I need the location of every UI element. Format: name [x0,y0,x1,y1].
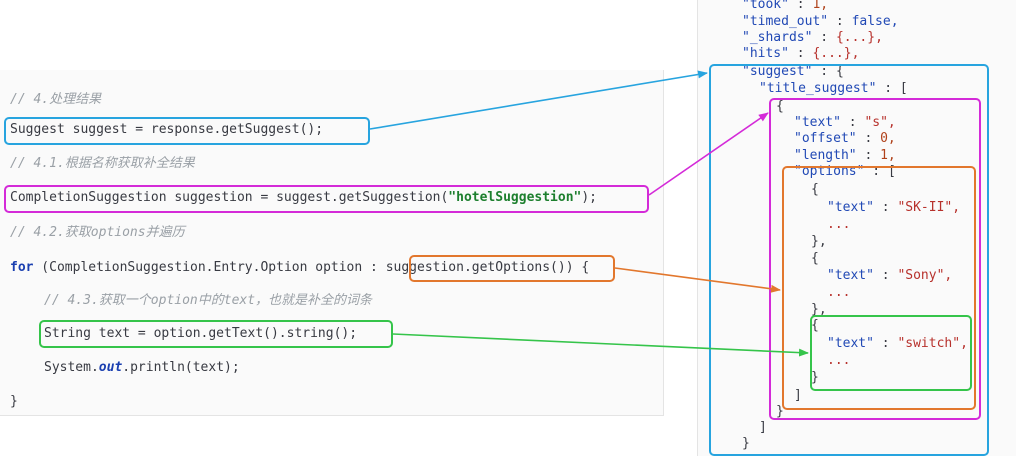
arrow-options [614,267,781,293]
arrow-suggest [369,70,708,130]
arrow-option-text [392,333,809,357]
arrow-suggestion [648,112,769,196]
connector-arrows [369,70,809,357]
